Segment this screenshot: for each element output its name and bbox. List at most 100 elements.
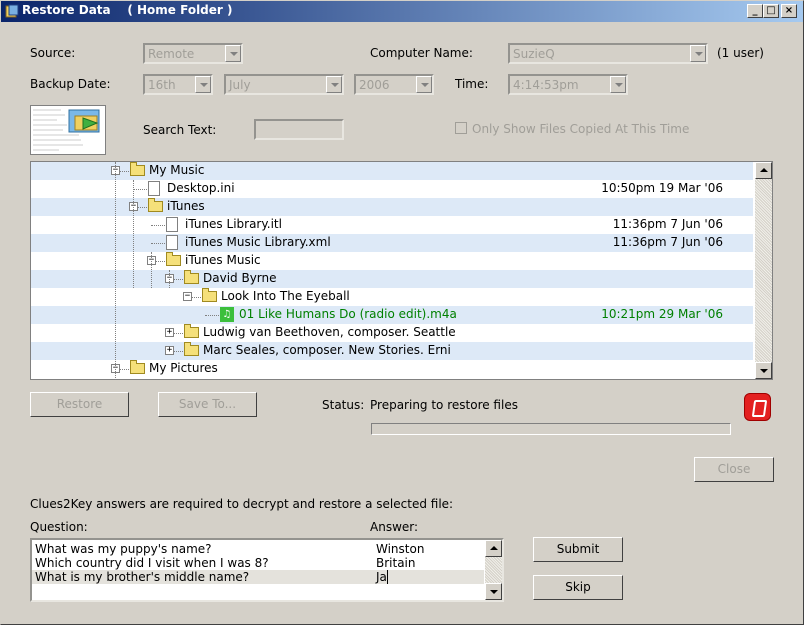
- source-select[interactable]: Remote: [143, 43, 243, 64]
- folder-icon: [184, 342, 199, 356]
- search-text-label: Search Text:: [143, 123, 217, 137]
- tree-scrollbar[interactable]: [755, 162, 772, 379]
- window-title: Restore Data ( Home Folder ): [22, 3, 233, 17]
- computer-name-label: Computer Name:: [370, 46, 473, 60]
- maximize-icon: □: [766, 5, 776, 16]
- scroll-up-icon[interactable]: [485, 540, 502, 557]
- app-icon: [5, 4, 19, 18]
- tree-connector: [151, 243, 165, 244]
- backup-log-preview-icon: [30, 105, 106, 155]
- only-show-checkbox[interactable]: [455, 122, 467, 134]
- scroll-down-icon[interactable]: [755, 362, 772, 379]
- tree-row[interactable]: − iTunes Music: [31, 252, 753, 270]
- tree-item-date: 11:36pm 7 Jun '06: [612, 217, 723, 231]
- tree-guide-line: [151, 252, 152, 288]
- tree-row[interactable]: iTunes Library.itl 11:36pm 7 Jun '06: [31, 216, 753, 234]
- close-window-button[interactable]: ×: [781, 4, 797, 18]
- close-button[interactable]: Close: [694, 457, 774, 482]
- stop-restore-icon[interactable]: [744, 393, 771, 421]
- computer-name-select[interactable]: SuzieQ: [508, 43, 708, 64]
- chevron-down-icon[interactable]: [225, 45, 241, 62]
- chevron-down-icon[interactable]: [416, 76, 432, 93]
- restore-progress-bar: [371, 423, 731, 435]
- tree-row[interactable]: ♫ 01 Like Humans Do (radio edit).m4a 10:21…: [31, 306, 753, 324]
- source-value: Remote: [148, 47, 195, 61]
- maximize-button[interactable]: □: [763, 4, 779, 18]
- time-value: 4:14:53pm: [513, 78, 579, 92]
- file-icon: [148, 181, 160, 196]
- chevron-down-icon[interactable]: [195, 76, 211, 93]
- tree-item-date: 10:50pm 19 Mar '06: [601, 181, 723, 195]
- source-label: Source:: [30, 46, 76, 60]
- minimize-button[interactable]: _: [747, 4, 763, 18]
- chevron-down-icon[interactable]: [326, 76, 342, 93]
- clue-answer-input[interactable]: Britain: [376, 556, 416, 570]
- only-show-label: Only Show Files Copied At This Time: [472, 122, 690, 136]
- chevron-down-icon[interactable]: [690, 45, 706, 62]
- tree-guide-line: [133, 180, 134, 288]
- scroll-up-icon[interactable]: [755, 162, 772, 179]
- time-label: Time:: [455, 77, 489, 91]
- year-value: 2006: [359, 78, 390, 92]
- file-icon: [166, 235, 178, 250]
- file-tree[interactable]: − My Music Desktop.ini 10:50pm 19 Mar '06− i…: [30, 161, 773, 380]
- status-label: Status:: [322, 398, 365, 412]
- tree-row[interactable]: − My Pictures: [31, 360, 753, 378]
- day-value: 16th: [148, 78, 176, 92]
- answer-header: Answer:: [370, 520, 419, 534]
- tree-row[interactable]: − Look Into The Eyeball: [31, 288, 753, 306]
- tree-item-name: iTunes Music: [185, 253, 261, 267]
- day-select[interactable]: 16th: [143, 74, 213, 95]
- tree-row[interactable]: − David Byrne: [31, 270, 753, 288]
- tree-row[interactable]: iTunes Music Library.xml 11:36pm 7 Jun '0…: [31, 234, 753, 252]
- tree-item-name: David Byrne: [203, 271, 277, 285]
- save-to-button[interactable]: Save To...: [158, 392, 257, 417]
- month-select[interactable]: July: [224, 74, 344, 95]
- tree-row[interactable]: Desktop.ini 10:50pm 19 Mar '06: [31, 180, 753, 198]
- clues-list[interactable]: What was my puppy's name? Winston Which co…: [30, 538, 504, 602]
- clue-answer-input[interactable]: Ja: [376, 570, 388, 584]
- tree-row[interactable]: − iTunes: [31, 198, 753, 216]
- expand-icon[interactable]: +: [165, 346, 174, 355]
- tree-item-name: 01 Like Humans Do (radio edit).m4a: [239, 307, 457, 321]
- question-header: Question:: [30, 520, 88, 534]
- minimize-icon: _: [752, 5, 758, 16]
- month-value: July: [229, 78, 251, 92]
- submit-button[interactable]: Submit: [533, 537, 623, 562]
- tree-connector: [133, 189, 147, 190]
- file-icon: [166, 217, 178, 232]
- tree-item-name: iTunes: [167, 199, 205, 213]
- collapse-icon[interactable]: −: [183, 292, 192, 301]
- tree-item-date: 10:21pm 29 Mar '06: [601, 307, 723, 321]
- folder-icon: [148, 198, 163, 212]
- tree-item-name: Look Into The Eyeball: [221, 289, 350, 303]
- tree-row[interactable]: + Marc Seales, composer. New Stories. Ern…: [31, 342, 753, 360]
- folder-icon: [184, 270, 199, 284]
- clue-row[interactable]: Which country did I visit when I was 8? B…: [32, 556, 484, 570]
- user-count: (1 user): [717, 46, 764, 60]
- tree-row[interactable]: + Ludwig van Beethoven, composer. Seattle: [31, 324, 753, 342]
- skip-button[interactable]: Skip: [533, 575, 623, 600]
- scroll-down-icon[interactable]: [485, 583, 502, 600]
- music-file-icon: ♫: [220, 307, 234, 322]
- chevron-down-icon[interactable]: [610, 76, 626, 93]
- clue-question: What is my brother's middle name?: [35, 570, 250, 584]
- clue-answer-input[interactable]: Winston: [376, 542, 424, 556]
- clue-row[interactable]: What is my brother's middle name? Ja: [32, 570, 484, 584]
- year-select[interactable]: 2006: [354, 74, 434, 95]
- tree-row[interactable]: − My Music: [31, 162, 753, 180]
- search-text-input[interactable]: [254, 119, 344, 140]
- restore-button[interactable]: Restore: [30, 392, 129, 417]
- clue-question: What was my puppy's name?: [35, 542, 212, 556]
- clue-question: Which country did I visit when I was 8?: [35, 556, 269, 570]
- tree-guide-line: [169, 270, 170, 288]
- tree-item-name: Ludwig van Beethoven, composer. Seattle: [203, 325, 456, 339]
- folder-icon: [184, 324, 199, 338]
- tree-item-name: iTunes Music Library.xml: [185, 235, 331, 249]
- expand-icon[interactable]: +: [165, 328, 174, 337]
- clue-row[interactable]: What was my puppy's name? Winston: [32, 542, 484, 556]
- folder-icon: [202, 288, 217, 302]
- tree-item-name: Marc Seales, composer. New Stories. Erni: [203, 343, 451, 357]
- time-select[interactable]: 4:14:53pm: [508, 74, 628, 95]
- clues-scrollbar[interactable]: [485, 540, 502, 600]
